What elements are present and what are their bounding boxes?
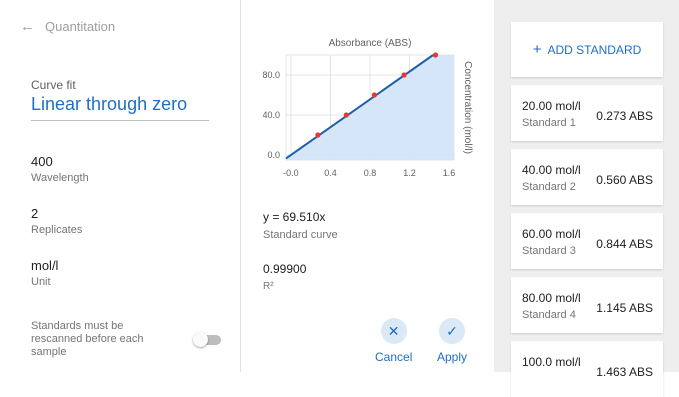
wavelength-value: 400 <box>31 154 53 169</box>
y-axis-label: Concentration (mol/l) <box>462 61 473 154</box>
standard-concentration: 60.00 mol/l <box>522 227 581 241</box>
y-tick-label: 40.0 <box>262 110 280 120</box>
equation-block: y = 69.510x Standard curve <box>263 210 338 241</box>
standard-absorbance: 1.145 ABS <box>596 301 653 315</box>
standard-absorbance: 0.273 ABS <box>596 109 653 123</box>
standard-concentration: 80.00 mol/l <box>522 291 581 305</box>
y-tick-label: 80.0 <box>262 70 280 80</box>
curve-fit-select[interactable]: Linear through zero <box>31 94 187 115</box>
x-tick-label: 1.6 <box>443 168 456 178</box>
wavelength-field[interactable]: 400 Wavelength <box>31 154 89 184</box>
y-tick-label: 0.0 <box>267 150 280 160</box>
standard-concentration: 40.00 mol/l <box>522 163 581 177</box>
standard-concentration: 100.0 mol/l <box>522 355 581 369</box>
apply-button[interactable]: ✓ Apply <box>437 318 467 364</box>
check-icon: ✓ <box>439 318 466 344</box>
standard-card[interactable]: 100.0 mol/l 1.463 ABS <box>511 341 663 397</box>
unit-label: Unit <box>31 276 51 288</box>
settings-panel: ← Quantitation Curve fit Linear through … <box>0 0 240 372</box>
standard-card[interactable]: 40.00 mol/l Standard 2 0.560 ABS <box>511 149 663 205</box>
x-tick-label: 0.8 <box>364 168 377 178</box>
unit-value: mol/l <box>31 258 59 273</box>
rescan-toggle[interactable] <box>193 332 221 347</box>
equation-label: Standard curve <box>263 229 338 241</box>
wavelength-label: Wavelength <box>31 172 89 184</box>
x-tick-label: 1.2 <box>403 168 416 178</box>
standard-absorbance: 0.560 ABS <box>596 173 653 187</box>
replicates-value: 2 <box>31 206 39 221</box>
add-standard-button[interactable]: + ADD STANDARD <box>511 22 663 77</box>
toggle-knob <box>193 332 208 347</box>
unit-field[interactable]: mol/l Unit <box>31 258 58 288</box>
plus-icon: + <box>532 41 542 58</box>
r2-value: 0.99900 <box>263 262 307 276</box>
x-tick-label: -0.0 <box>283 168 299 178</box>
standard-name: Standard 1 <box>522 117 576 129</box>
equation-value: y = 69.510x <box>263 210 326 224</box>
standard-absorbance: 1.463 ABS <box>596 365 653 379</box>
curve-panel: -0.0 0.4 0.8 1.2 1.6 0.0 40.0 80.0 Absorbance (A… <box>241 0 494 372</box>
chart-title: Absorbance (ABS) <box>329 38 412 49</box>
standard-card[interactable]: 20.00 mol/l Standard 1 0.273 ABS <box>511 85 663 141</box>
page-title: Quantitation <box>45 19 116 34</box>
standard-absorbance: 0.844 ABS <box>596 237 653 251</box>
data-point <box>401 72 407 78</box>
curve-fit-underline <box>31 120 209 121</box>
x-tick-label: 0.4 <box>324 168 337 178</box>
standard-card[interactable]: 60.00 mol/l Standard 3 0.844 ABS <box>511 213 663 269</box>
back-button[interactable]: ← Quantitation <box>20 18 115 35</box>
apply-label: Apply <box>437 350 468 364</box>
data-point <box>343 112 349 118</box>
add-standard-label: ADD STANDARD <box>547 42 642 57</box>
standard-curve-chart: -0.0 0.4 0.8 1.2 1.6 0.0 40.0 80.0 Absorbance (A… <box>262 38 473 178</box>
data-point <box>371 92 377 98</box>
replicates-label: Replicates <box>31 224 83 236</box>
standard-name: Standard 3 <box>522 245 576 257</box>
r2-label: R² <box>263 281 274 292</box>
r2-block: 0.99900 R² <box>263 262 306 292</box>
standard-card[interactable]: 80.00 mol/l Standard 4 1.145 ABS <box>511 277 663 333</box>
cancel-button[interactable]: ✕ Cancel <box>375 318 412 364</box>
cancel-label: Cancel <box>375 350 413 364</box>
standard-name: Standard 2 <box>522 181 576 193</box>
data-point <box>315 132 321 138</box>
standards-panel: + ADD STANDARD 20.00 mol/l Standard 1 0.… <box>494 0 679 397</box>
replicates-field[interactable]: 2 Replicates <box>31 206 82 236</box>
curve-fit-label: Curve fit <box>31 78 76 92</box>
standard-concentration: 20.00 mol/l <box>522 99 581 113</box>
rescan-label: Standards must be rescanned before each … <box>31 320 144 358</box>
arrow-left-icon: ← <box>20 18 35 35</box>
data-point <box>432 52 439 58</box>
close-icon: ✕ <box>380 318 407 344</box>
standard-name: Standard 4 <box>522 309 576 321</box>
